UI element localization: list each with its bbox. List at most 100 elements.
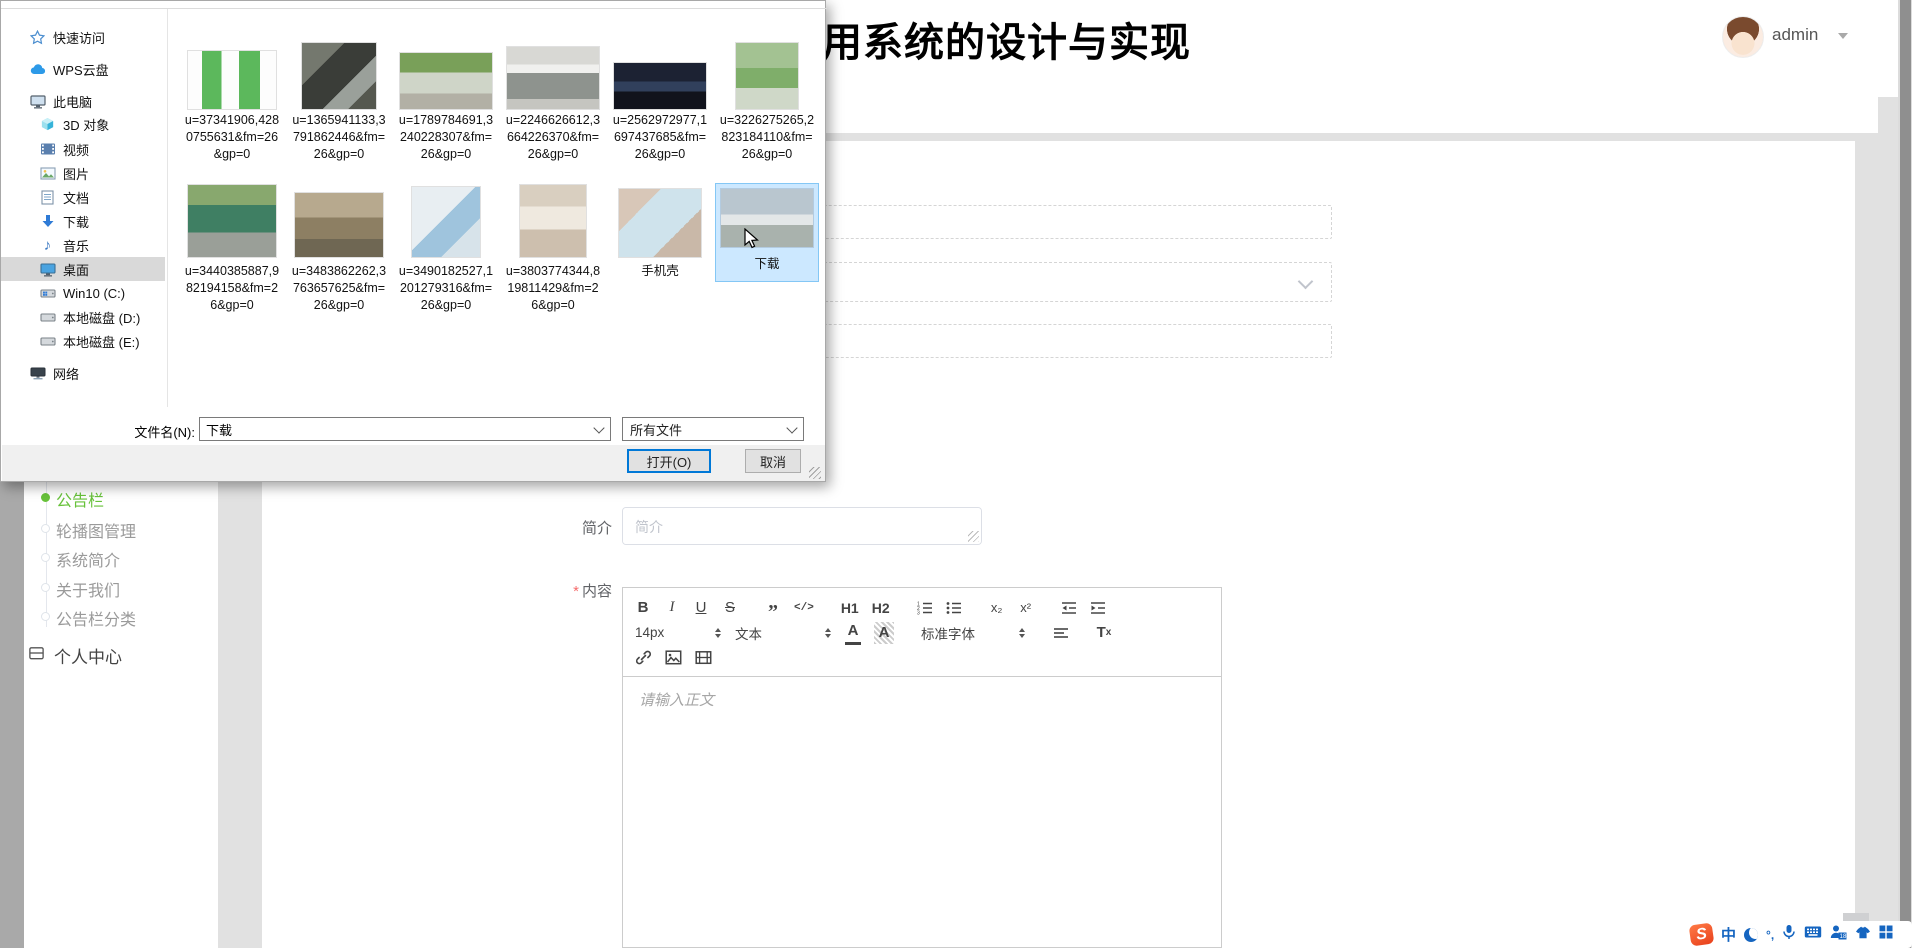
dialog-nav-3d-objects[interactable]: 3D 对象 — [39, 112, 109, 136]
ime-mode-toggle[interactable]: 中 — [1721, 924, 1736, 945]
moon-icon[interactable] — [1744, 927, 1759, 942]
dialog-nav-local-e[interactable]: 本地磁盘 (E:) — [39, 329, 140, 353]
user-lexicon-icon[interactable]: 18 — [1830, 924, 1847, 945]
avatar[interactable] — [1722, 16, 1764, 58]
video-icon[interactable] — [695, 647, 712, 669]
page-scrollbar-thumb[interactable] — [1900, 0, 1911, 948]
open-button[interactable]: 打开(O) — [627, 449, 711, 473]
microphone-icon[interactable] — [1782, 924, 1796, 945]
file-thumbnail[interactable] — [520, 185, 586, 257]
file-name[interactable]: 手机壳 — [612, 263, 708, 280]
file-name[interactable]: u=3483862262,3763657625&fm=26&gp=0 — [291, 263, 387, 314]
toolbox-grid-icon[interactable] — [1879, 925, 1893, 944]
dialog-nav-network[interactable]: 网络 — [29, 361, 79, 385]
code-block-button[interactable]: </> — [794, 597, 814, 619]
font-size-select[interactable]: 14px — [635, 625, 721, 640]
file-thumbnail[interactable] — [736, 43, 798, 109]
skin-icon[interactable] — [1855, 925, 1871, 944]
blockquote-button[interactable]: ” — [765, 593, 781, 623]
image-icon[interactable] — [665, 647, 682, 669]
dialog-nav-documents[interactable]: 文档 — [39, 185, 89, 209]
user-menu[interactable]: admin — [1772, 25, 1818, 45]
file-thumbnail[interactable] — [721, 189, 813, 247]
file-thumbnail[interactable] — [400, 53, 492, 109]
richtext-editor: B I U S ” </> H1 H2 123 x₂ x² 14px 文本 A … — [622, 587, 1222, 948]
file-name[interactable]: u=1365941133,3791862446&fm=26&gp=0 — [291, 112, 387, 163]
file-name[interactable]: u=1789784691,3240228307&fm=26&gp=0 — [398, 112, 494, 163]
strikethrough-button[interactable]: S — [722, 597, 738, 619]
dialog-nav-quick-access[interactable]: 快速访问 — [29, 25, 105, 49]
editor-body[interactable]: 请输入正文 — [623, 677, 1221, 948]
superscript-button[interactable]: x² — [1018, 597, 1034, 619]
font-family-select[interactable]: 标准字体 — [921, 623, 1025, 643]
chevron-down-icon[interactable] — [1838, 33, 1848, 39]
bullet-list-button[interactable] — [946, 597, 962, 619]
file-thumbnail[interactable] — [412, 187, 480, 257]
clean-t: T — [1096, 624, 1106, 641]
file-thumbnail[interactable] — [507, 47, 599, 109]
resize-grip-icon[interactable] — [968, 531, 979, 542]
selected-file-tile[interactable]: 下载 — [715, 183, 819, 282]
file-name[interactable]: 下载 — [719, 256, 815, 273]
file-thumbnail[interactable] — [614, 63, 706, 109]
filename-input[interactable] — [199, 417, 611, 441]
music-note-icon: ♪ — [43, 236, 52, 254]
sidebar-item-notice-board[interactable]: 公告栏 — [56, 487, 206, 510]
dialog-nav-desktop[interactable]: 桌面 — [39, 257, 89, 281]
file-name[interactable]: u=2246626612,3664226370&fm=26&gp=0 — [505, 112, 601, 163]
intro-input[interactable] — [622, 507, 982, 545]
underline-button[interactable]: U — [693, 597, 709, 619]
punctuation-toggle[interactable]: °, — [1766, 928, 1774, 942]
background-color-button[interactable]: A — [874, 621, 894, 644]
badge-text: 18 — [1840, 933, 1847, 940]
file-thumbnail[interactable] — [188, 185, 276, 257]
bold-button[interactable]: B — [635, 597, 651, 619]
dialog-nav-music[interactable]: ♪ 音乐 — [39, 233, 89, 257]
sidebar-item-personal-center[interactable]: 个人中心 — [54, 643, 122, 668]
subscript-button[interactable]: x₂ — [989, 597, 1005, 619]
file-thumbnail[interactable] — [188, 51, 276, 109]
star-icon — [29, 29, 46, 45]
outdent-button[interactable] — [1061, 597, 1077, 619]
text-color-button[interactable]: A — [845, 620, 861, 645]
italic-button[interactable]: I — [664, 597, 680, 619]
ordered-list-button[interactable]: 123 — [917, 597, 933, 619]
sidebar-item-notice-category[interactable]: 公告栏分类 — [56, 606, 206, 629]
svg-text:3: 3 — [917, 610, 920, 615]
intro-label: 简介 — [581, 520, 612, 537]
sidebar-item-about-us[interactable]: 关于我们 — [56, 577, 206, 600]
file-thumbnail[interactable] — [302, 43, 376, 109]
file-name[interactable]: u=37341906,4280755631&fm=26&gp=0 — [184, 112, 280, 163]
dialog-nav-pictures[interactable]: 图片 — [39, 161, 89, 185]
indent-button[interactable] — [1090, 597, 1106, 619]
file-name[interactable]: u=3440385887,982194158&fm=26&gp=0 — [184, 263, 280, 314]
nav-label: 本地磁盘 (E:) — [63, 334, 140, 350]
link-icon[interactable] — [635, 647, 652, 669]
file-thumbnail[interactable] — [295, 193, 383, 257]
dialog-nav-downloads[interactable]: 下载 — [39, 209, 89, 233]
sidebar-item-carousel[interactable]: 轮播图管理 — [56, 518, 206, 541]
sidebar-item-system-intro[interactable]: 系统简介 — [56, 547, 206, 570]
dialog-nav-videos[interactable]: 视频 — [39, 137, 89, 161]
file-thumbnail[interactable] — [619, 189, 701, 257]
filetype-select[interactable]: 所有文件 — [622, 417, 804, 441]
keyboard-icon[interactable] — [1804, 925, 1822, 944]
heading1-button[interactable]: H1 — [841, 597, 859, 619]
dialog-nav-local-d[interactable]: 本地磁盘 (D:) — [39, 305, 140, 329]
nav-label: 本地磁盘 (D:) — [63, 310, 141, 326]
file-name[interactable]: u=3226275265,2823184110&fm=26&gp=0 — [719, 112, 815, 163]
clear-format-button[interactable]: Tx — [1096, 622, 1112, 644]
nav-label: 网络 — [53, 366, 80, 382]
file-name[interactable]: u=3490182527,1201279316&fm=26&gp=0 — [398, 263, 494, 314]
file-name[interactable]: u=2562972977,1697437685&fm=26&gp=0 — [612, 112, 708, 163]
file-name[interactable]: u=3803774344,819811429&fm=26&gp=0 — [505, 263, 601, 314]
cancel-button[interactable]: 取消 — [745, 449, 801, 473]
dialog-nav-win10-c[interactable]: Win10 (C:) — [39, 281, 125, 305]
dialog-nav-this-pc[interactable]: 此电脑 — [29, 89, 92, 113]
align-button[interactable] — [1053, 622, 1069, 644]
sogou-logo-icon[interactable]: S — [1688, 922, 1715, 947]
heading2-button[interactable]: H2 — [872, 597, 890, 619]
resize-grip-icon[interactable] — [809, 467, 821, 479]
dialog-nav-wps-cloud[interactable]: WPS云盘 — [29, 57, 109, 81]
format-select[interactable]: 文本 — [735, 623, 831, 643]
